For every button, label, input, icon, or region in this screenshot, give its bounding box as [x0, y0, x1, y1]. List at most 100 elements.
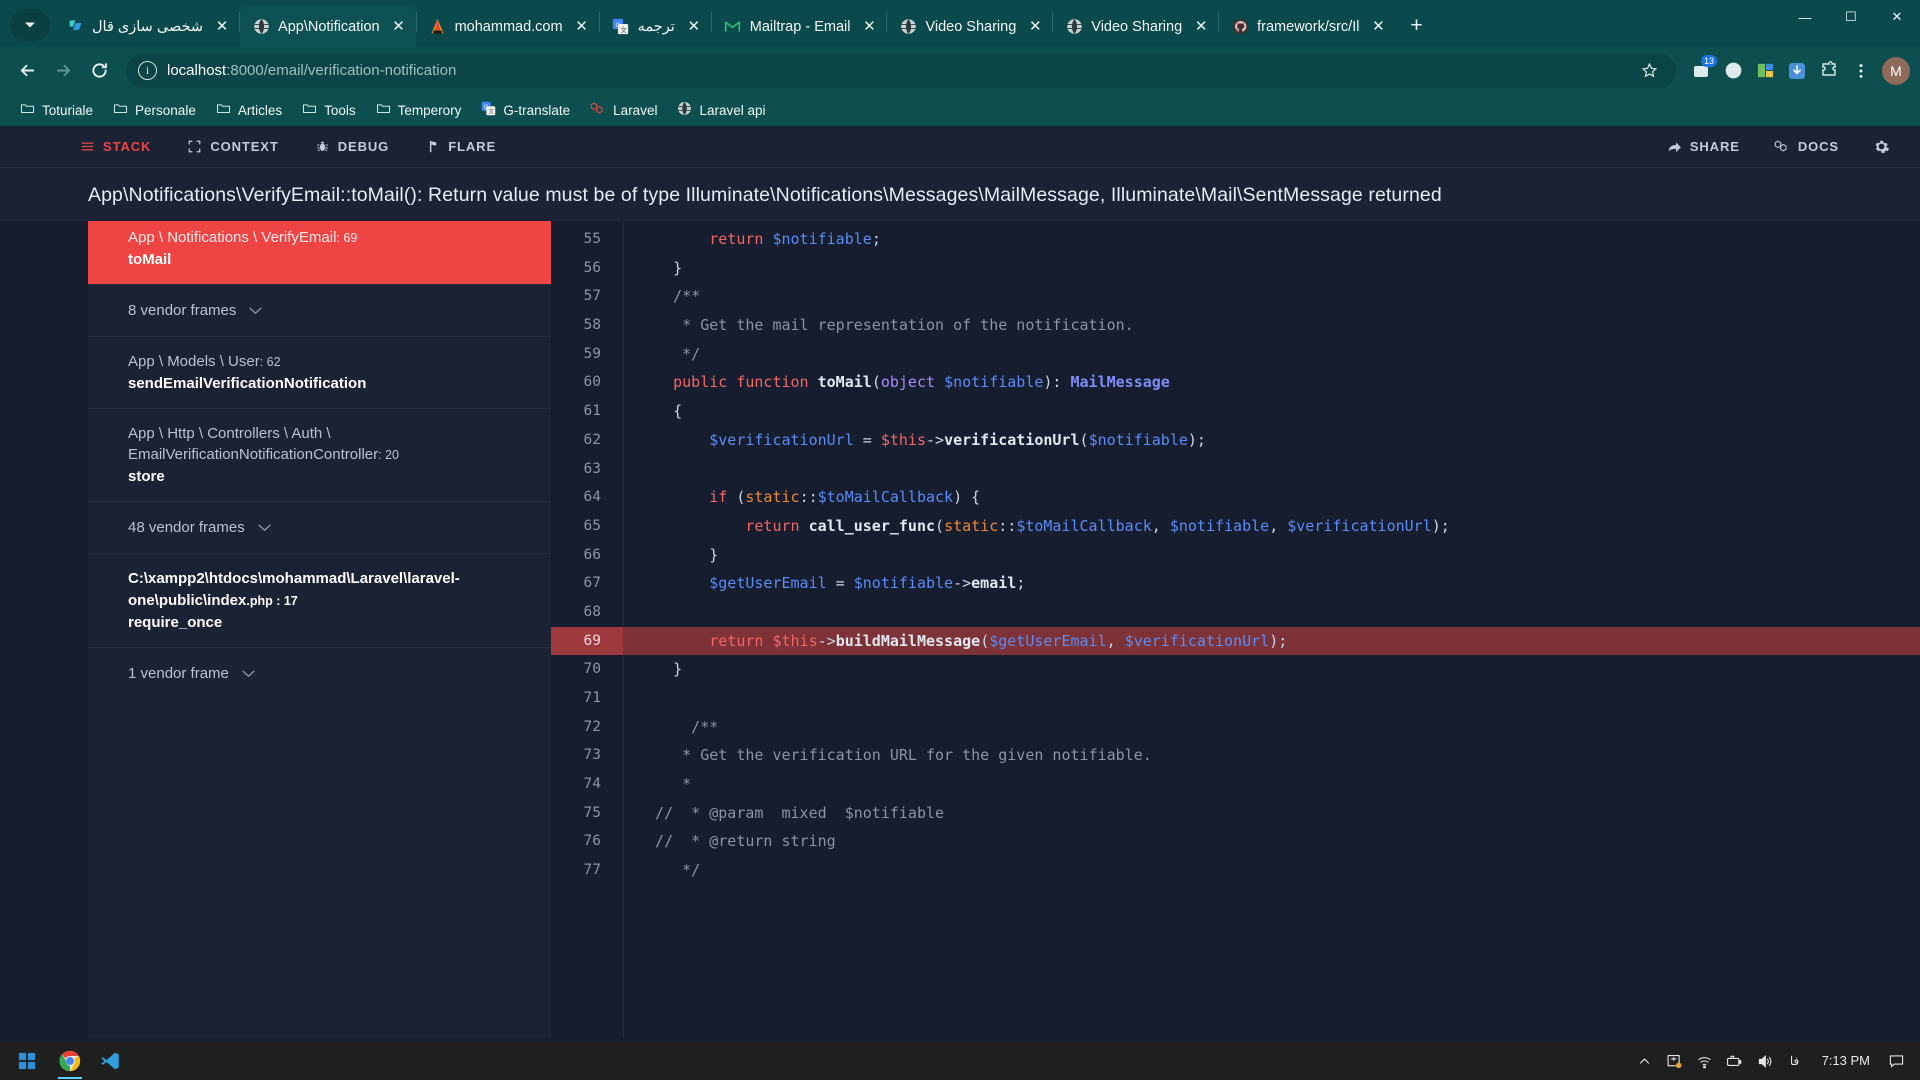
code-line-text: public function toMail(object $notifiabl… [673, 373, 1170, 392]
vendor-frames-toggle[interactable]: 8 vendor frames [88, 283, 551, 336]
onedrive-sync-icon[interactable] [1660, 1042, 1690, 1080]
stack-frame-method: sendEmailVerificationNotification [128, 374, 367, 392]
code-line: 65 return call_user_func(static::$toMail… [551, 512, 1920, 541]
tab-close-icon[interactable]: ✕ [388, 16, 410, 38]
folder-icon [302, 101, 317, 119]
tab-search-button[interactable] [10, 9, 50, 41]
code-line-text: /** [637, 287, 701, 306]
vendor-frames-toggle[interactable]: 1 vendor frame [88, 646, 551, 699]
taskbar-chrome-icon[interactable] [50, 1042, 90, 1080]
stack-frame[interactable]: C:\xampp2\htdocs\mohammad\Laravel\larave… [88, 553, 551, 647]
site-info-icon[interactable]: i [138, 61, 157, 80]
tab-close-icon[interactable]: ✕ [211, 16, 233, 38]
browser-tab[interactable]: Video Sharing ✕ [887, 6, 1052, 47]
folder-icon [376, 101, 391, 119]
notification-bubble-icon[interactable] [1882, 1042, 1910, 1080]
stack-frame-class-text: App \ Models \ User [128, 352, 260, 370]
wifi-icon[interactable] [1690, 1042, 1720, 1080]
ignition-tab-debug[interactable]: DEBUG [315, 139, 389, 154]
avatar[interactable]: M [1882, 56, 1910, 85]
browser-toolbar: i localhost:8000/email/verification-noti… [0, 47, 1920, 94]
split-screen-icon[interactable] [1750, 56, 1780, 86]
browser-tab[interactable]: Mailtrap - Email ✕ [712, 6, 887, 47]
bookmark-item[interactable]: Articles [208, 97, 290, 123]
bookmark-item[interactable]: Laravel [582, 97, 665, 124]
bookmark-item[interactable]: Tools [294, 97, 364, 123]
browser-tab[interactable]: App\Notification ✕ [240, 6, 416, 47]
browser-tab[interactable]: Video Sharing ✕ [1053, 6, 1218, 47]
bookmark-item[interactable]: Toturiale [12, 97, 101, 123]
chevron-down-icon [248, 302, 263, 319]
ignition-tab-flare[interactable]: FLARE [425, 139, 496, 154]
code-line-number: 71 [583, 690, 601, 706]
taskbar-clock[interactable]: 7:13 PM [1810, 1053, 1882, 1069]
share-button[interactable]: SHARE [1667, 139, 1740, 154]
browser-tab[interactable]: mohammad.com ✕ [417, 6, 599, 47]
battery-icon[interactable] [1720, 1042, 1750, 1080]
tab-close-icon[interactable]: ✕ [1367, 16, 1389, 38]
stack-frame[interactable]: App \ Notifications \ VerifyEmail: 69 toM… [88, 221, 551, 284]
reload-button[interactable] [82, 54, 116, 88]
tab-close-icon[interactable]: ✕ [1190, 16, 1212, 38]
tab-title: Mailtrap - Email [749, 18, 851, 35]
chevron-up-icon[interactable] [1630, 1042, 1660, 1080]
code-line-text: * Get the verification URL for the given… [637, 746, 1152, 765]
url-host: localhost [167, 62, 227, 79]
globe-icon [252, 18, 270, 36]
tab-close-icon[interactable]: ✕ [1024, 16, 1046, 38]
docs-button[interactable]: DOCS [1774, 139, 1839, 155]
bookmark-star-icon[interactable] [1634, 56, 1664, 86]
code-line-number: 74 [583, 776, 601, 793]
tab-title: شخصی سازی قال [92, 18, 204, 35]
ignition-navbar: STACK CONTEXT DEBUG FLARE SHARE DOCS [0, 126, 1920, 168]
video-download-icon[interactable] [1782, 56, 1812, 86]
taskbar-vscode-icon[interactable] [90, 1042, 130, 1080]
vendor-frames-label: 1 vendor frame [128, 664, 229, 682]
tab-close-icon[interactable]: ✕ [858, 16, 880, 38]
trello-icon [66, 18, 84, 36]
profile-circle-icon[interactable] [1718, 56, 1748, 86]
vendor-frames-toggle[interactable]: 48 vendor frames [88, 501, 551, 553]
globe-icon [899, 18, 917, 36]
code-line-text: * Get the mail representation of the not… [637, 316, 1134, 335]
language-indicator[interactable]: فا [1780, 1042, 1810, 1080]
chevron-down-icon [241, 665, 256, 682]
bookmark-item[interactable]: G文 G-translate [473, 97, 578, 123]
settings-button[interactable] [1873, 138, 1890, 155]
ignition-tab-stack[interactable]: STACK [80, 139, 151, 154]
ignition-tab-context[interactable]: CONTEXT [187, 139, 278, 154]
back-button[interactable] [10, 54, 44, 88]
volume-icon[interactable] [1750, 1042, 1780, 1080]
new-tab-button[interactable]: + [1401, 11, 1431, 41]
address-bar[interactable]: i localhost:8000/email/verification-noti… [126, 53, 1676, 88]
browser-menu-icon[interactable] [1846, 56, 1876, 86]
code-line-number: 68 [583, 603, 601, 620]
start-button[interactable] [4, 1042, 50, 1080]
stack-frame-class-text: App \ Http \ Controllers \ Auth \ EmailV… [128, 424, 379, 464]
stack-frame-class-text: App \ Notifications \ VerifyEmail [128, 229, 337, 246]
forward-button[interactable] [46, 54, 80, 88]
browser-tab[interactable]: شخصی سازی قال ✕ [54, 6, 239, 47]
browser-tab[interactable]: G文 ترجمه ✕ [600, 6, 711, 47]
tab-close-icon[interactable]: ✕ [571, 16, 593, 38]
ignition-tab-label: STACK [103, 139, 152, 154]
globe-icon [677, 101, 692, 119]
code-line-text: // * @param mixed $notifiable [637, 803, 945, 822]
code-line-text: return call_user_func(static::$toMailCal… [745, 516, 1450, 535]
ignition-nav-left: STACK CONTEXT DEBUG FLARE [80, 139, 496, 154]
code-line-number: 67 [583, 575, 601, 592]
maximize-button[interactable]: ☐ [1828, 0, 1874, 34]
minimize-button[interactable]: — [1782, 0, 1828, 34]
bookmark-item[interactable]: Temperory [368, 97, 470, 123]
extension-count-icon[interactable]: 13 [1686, 54, 1717, 86]
browser-tab[interactable]: framework/src/Il ✕ [1219, 6, 1395, 47]
bookmark-item[interactable]: Laravel api [669, 97, 773, 123]
stack-frame[interactable]: App \ Http \ Controllers \ Auth \ EmailV… [88, 407, 551, 502]
stack-frame[interactable]: App \ Models \ User: 62 sendEmailVerifica… [88, 335, 551, 408]
close-window-button[interactable]: ✕ [1874, 0, 1920, 34]
code-line: 67 $getUserEmail = $notifiable->email; [551, 569, 1920, 598]
bookmark-item[interactable]: Personale [105, 97, 204, 123]
extensions-puzzle-icon[interactable] [1814, 56, 1844, 86]
gmail-icon [724, 18, 742, 36]
tab-close-icon[interactable]: ✕ [683, 16, 705, 38]
